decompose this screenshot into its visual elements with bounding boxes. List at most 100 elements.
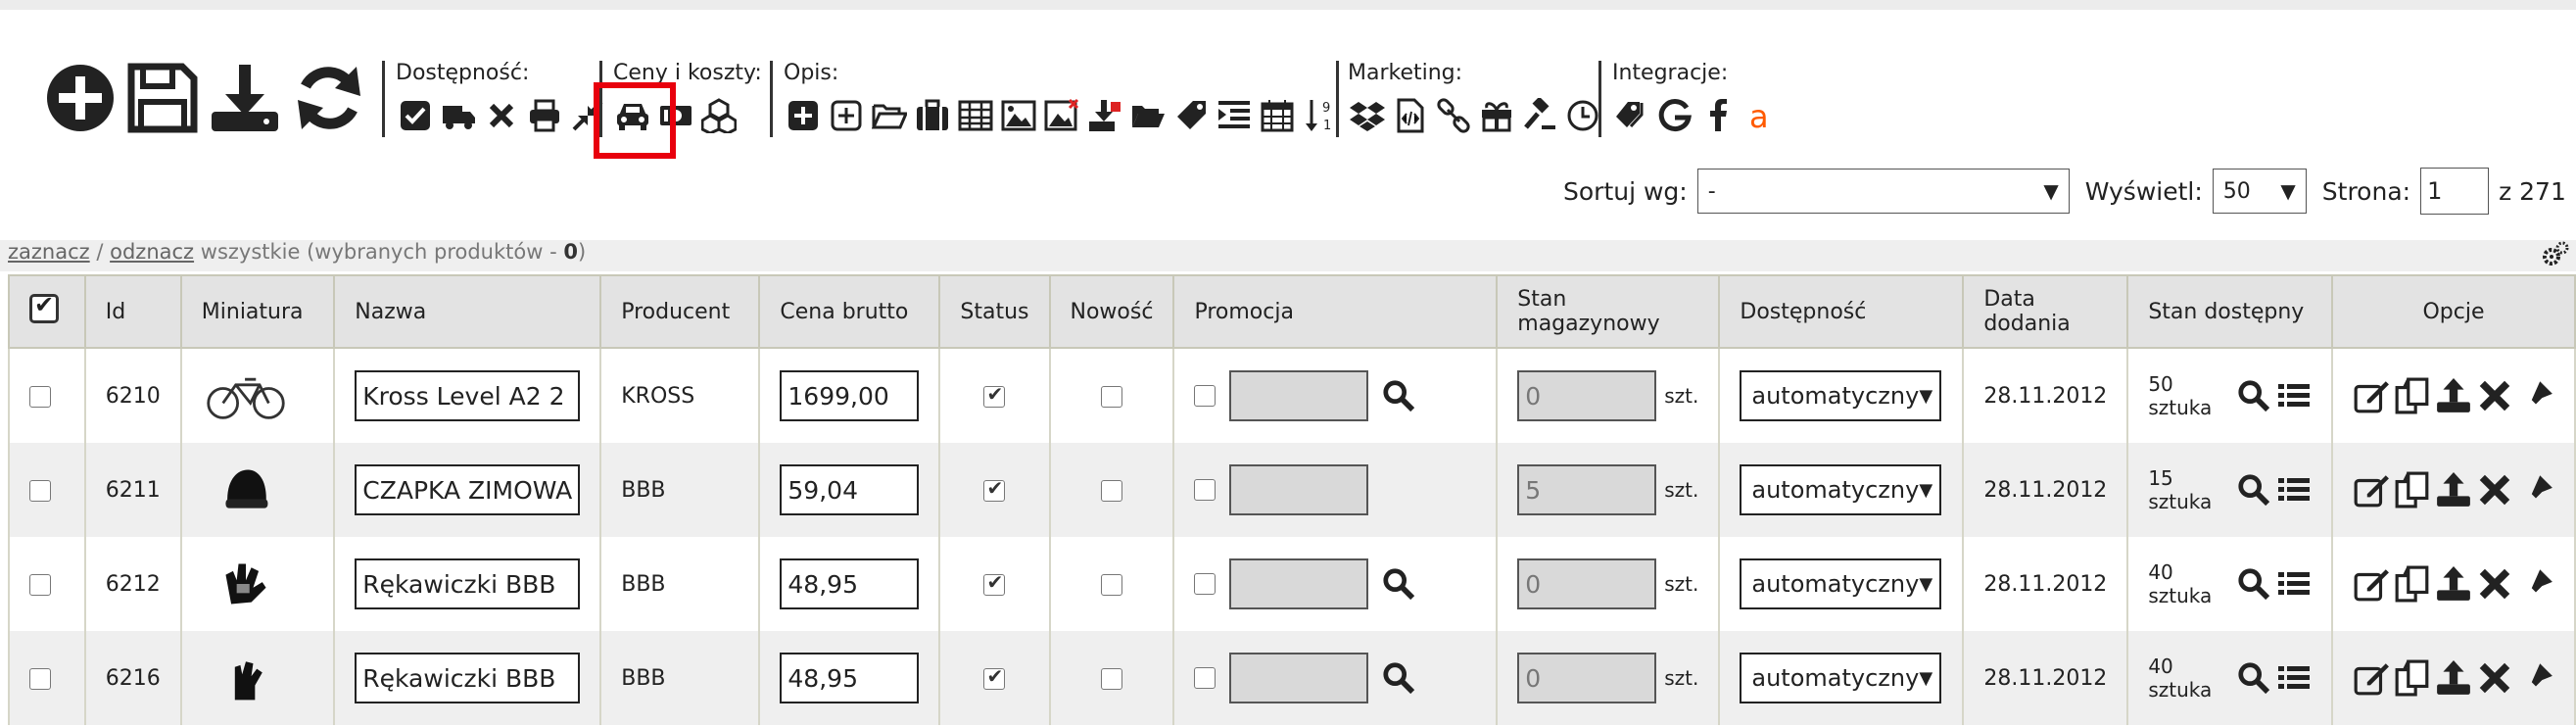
file-code-icon[interactable] <box>1391 96 1430 135</box>
gift-icon[interactable] <box>1477 96 1516 135</box>
print-icon[interactable] <box>525 96 564 135</box>
stock-input[interactable]: 0 <box>1517 370 1657 421</box>
folder-icon[interactable] <box>1128 96 1168 135</box>
availability-select[interactable]: automatyczny ▼ <box>1740 370 1942 421</box>
search-icon[interactable] <box>2237 379 2270 412</box>
calendar-icon[interactable] <box>1258 96 1297 135</box>
check-all-icon[interactable] <box>29 291 59 323</box>
search-icon[interactable] <box>2237 661 2270 695</box>
google-icon[interactable] <box>1655 96 1694 135</box>
pin-icon[interactable] <box>2517 565 2554 603</box>
delete-icon[interactable] <box>2476 377 2513 414</box>
download-icon[interactable] <box>208 61 282 135</box>
col-name[interactable]: Nazwa <box>333 274 602 349</box>
name-input[interactable]: Rękawiczki BBB <box>355 558 581 609</box>
promo-input[interactable] <box>1229 464 1369 515</box>
promo-checkbox[interactable] <box>1194 667 1216 689</box>
select-all-header[interactable] <box>8 274 86 349</box>
link-icon[interactable] <box>1434 96 1473 135</box>
stock-input[interactable]: 0 <box>1517 558 1657 609</box>
sort-numeric-icon[interactable]: 91 <box>1301 96 1340 135</box>
col-id[interactable]: Id <box>83 274 182 349</box>
row-checkbox[interactable] <box>29 479 51 502</box>
pin-icon[interactable] <box>2517 471 2554 509</box>
list-icon[interactable] <box>2276 378 2312 413</box>
tag-icon[interactable] <box>1171 96 1211 135</box>
page-input[interactable]: 1 <box>2420 168 2490 215</box>
clock-icon[interactable] <box>1563 96 1602 135</box>
col-price[interactable]: Cena brutto <box>758 274 941 349</box>
upload-icon[interactable] <box>2435 565 2472 603</box>
edit-icon[interactable] <box>2353 377 2390 414</box>
col-promo[interactable]: Promocja <box>1172 274 1499 349</box>
select-all-link[interactable]: zaznacz <box>8 240 90 264</box>
edit-icon[interactable] <box>2353 471 2390 509</box>
row-checkbox[interactable] <box>29 573 51 596</box>
stock-input[interactable]: 5 <box>1517 464 1657 515</box>
promo-checkbox[interactable] <box>1194 479 1216 501</box>
delete-icon[interactable] <box>2476 471 2513 509</box>
facebook-icon[interactable] <box>1698 96 1738 135</box>
edit-icon[interactable] <box>2353 565 2390 603</box>
upload-icon[interactable] <box>2435 377 2472 414</box>
availability-select[interactable]: automatyczny ▼ <box>1740 464 1942 515</box>
status-checkbox[interactable] <box>983 570 1006 596</box>
name-input[interactable]: CZAPKA ZIMOWA <box>355 464 581 515</box>
search-icon[interactable] <box>1382 379 1415 412</box>
check-square-icon[interactable] <box>396 96 435 135</box>
name-input[interactable]: Kross Level A2 2 <box>355 370 581 421</box>
copy-icon[interactable] <box>2394 471 2431 509</box>
close-icon[interactable] <box>482 96 521 135</box>
plus-square-icon[interactable] <box>784 96 823 135</box>
col-producer[interactable]: Producent <box>599 274 761 349</box>
new-checkbox[interactable] <box>1100 573 1122 596</box>
sort-select[interactable]: - ▼ <box>1696 169 2070 214</box>
name-input[interactable]: Rękawiczki BBB <box>355 653 581 703</box>
promo-input[interactable] <box>1229 653 1369 703</box>
new-checkbox[interactable] <box>1100 385 1122 408</box>
promo-checkbox[interactable] <box>1194 573 1216 595</box>
copy-icon[interactable] <box>2394 659 2431 697</box>
pin-icon[interactable] <box>2517 377 2554 414</box>
image-remove-icon[interactable] <box>1042 96 1081 135</box>
per-page-select[interactable]: 50 ▼ <box>2212 169 2307 214</box>
status-checkbox[interactable] <box>983 664 1006 690</box>
gavel-icon[interactable] <box>1520 96 1559 135</box>
copy-icon[interactable] <box>2394 377 2431 414</box>
promo-input[interactable] <box>1229 558 1369 609</box>
product-thumbnail[interactable] <box>202 366 290 425</box>
list-icon[interactable] <box>2276 472 2312 508</box>
copy-icon[interactable] <box>2394 565 2431 603</box>
image-download-icon[interactable] <box>1085 96 1124 135</box>
briefcase-icon[interactable] <box>913 96 952 135</box>
search-icon[interactable] <box>1382 567 1415 601</box>
dropbox-icon[interactable] <box>1348 96 1387 135</box>
table-icon[interactable] <box>956 96 995 135</box>
add-icon[interactable] <box>43 61 118 135</box>
product-thumbnail[interactable] <box>202 460 290 519</box>
allegro-icon[interactable]: a <box>1741 96 1781 135</box>
col-new[interactable]: Nowość <box>1048 274 1175 349</box>
row-checkbox[interactable] <box>29 667 51 690</box>
folder-open-icon[interactable] <box>870 96 909 135</box>
availability-select[interactable]: automatyczny ▼ <box>1740 558 1942 609</box>
status-checkbox[interactable] <box>983 476 1006 502</box>
plus-square-outline-icon[interactable] <box>827 96 866 135</box>
cubes-icon[interactable] <box>699 96 739 135</box>
upload-icon[interactable] <box>2435 471 2472 509</box>
col-stock-avail[interactable]: Stan dostępny <box>2126 274 2333 349</box>
refresh-icon[interactable] <box>292 61 366 135</box>
list-icon[interactable] <box>2276 660 2312 696</box>
promo-input[interactable] <box>1229 370 1369 421</box>
deselect-all-link[interactable]: odznacz <box>110 240 194 264</box>
save-icon[interactable] <box>125 61 200 135</box>
col-stock[interactable]: Stan magazynowy <box>1496 274 1721 349</box>
promo-checkbox[interactable] <box>1194 385 1216 407</box>
image-icon[interactable] <box>999 96 1038 135</box>
pin-icon[interactable] <box>2517 659 2554 697</box>
col-avail[interactable]: Dostępność <box>1718 274 1965 349</box>
truck-icon[interactable] <box>439 96 478 135</box>
row-checkbox[interactable] <box>29 385 51 408</box>
col-date[interactable]: Data dodania <box>1962 274 2129 349</box>
price-input[interactable]: 48,95 <box>780 558 920 609</box>
